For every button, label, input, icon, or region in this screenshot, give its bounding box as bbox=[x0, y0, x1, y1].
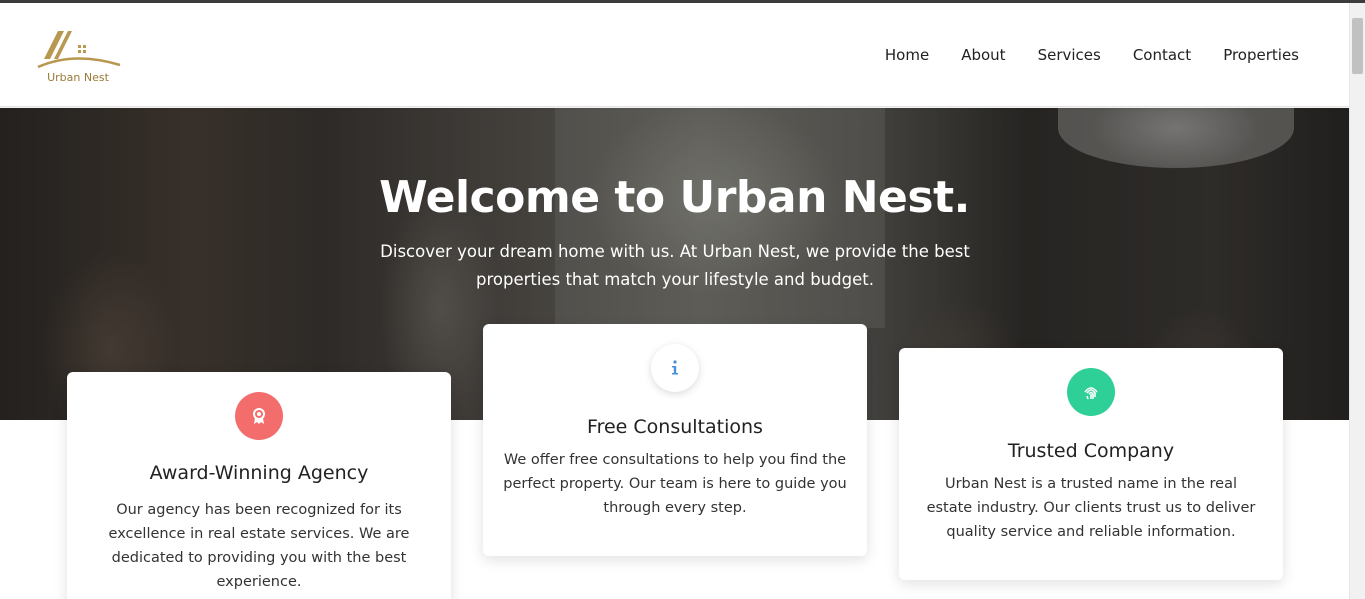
info-icon bbox=[672, 360, 678, 375]
brand-name: Urban Nest bbox=[47, 71, 109, 84]
site-header: Urban Nest Home About Services Contact P… bbox=[0, 3, 1349, 107]
nav-properties[interactable]: Properties bbox=[1223, 46, 1299, 64]
hero-title: Welcome to Urban Nest. bbox=[379, 172, 970, 223]
feature-card-trusted: Trusted Company Urban Nest is a trusted … bbox=[899, 348, 1283, 580]
award-icon-badge bbox=[235, 392, 283, 440]
main-nav: Home About Services Contact Properties bbox=[885, 46, 1299, 64]
award-icon bbox=[253, 408, 265, 424]
nav-contact[interactable]: Contact bbox=[1133, 46, 1191, 64]
house-logo-icon bbox=[37, 31, 121, 69]
brand-logo[interactable]: Urban Nest bbox=[34, 25, 124, 87]
feature-text: Our agency has been recognized for its e… bbox=[108, 502, 410, 590]
nav-about[interactable]: About bbox=[961, 46, 1005, 64]
info-icon-badge bbox=[651, 344, 699, 392]
scrollbar-thumb[interactable] bbox=[1352, 18, 1363, 74]
fingerprint-icon-badge bbox=[1067, 368, 1115, 416]
page: Urban Nest Home About Services Contact P… bbox=[0, 0, 1365, 599]
feature-title: Trusted Company bbox=[1007, 440, 1175, 462]
feature-text: We offer free consultations to help you … bbox=[503, 452, 847, 516]
page-scrollbar[interactable] bbox=[1349, 3, 1365, 599]
nav-services[interactable]: Services bbox=[1038, 46, 1101, 64]
feature-title: Free Consultations bbox=[587, 416, 763, 438]
fingerprint-icon bbox=[1084, 387, 1098, 400]
feature-card-award: Award-Winning Agency Our agency has been… bbox=[67, 372, 451, 599]
feature-text: Urban Nest is a trusted name in the real… bbox=[926, 476, 1256, 540]
nav-home[interactable]: Home bbox=[885, 46, 929, 64]
hero-subtitle: Discover your dream home with us. At Urb… bbox=[380, 242, 970, 289]
feature-card-consultations: Free Consultations We offer free consult… bbox=[483, 324, 867, 556]
feature-title: Award-Winning Agency bbox=[149, 462, 369, 484]
